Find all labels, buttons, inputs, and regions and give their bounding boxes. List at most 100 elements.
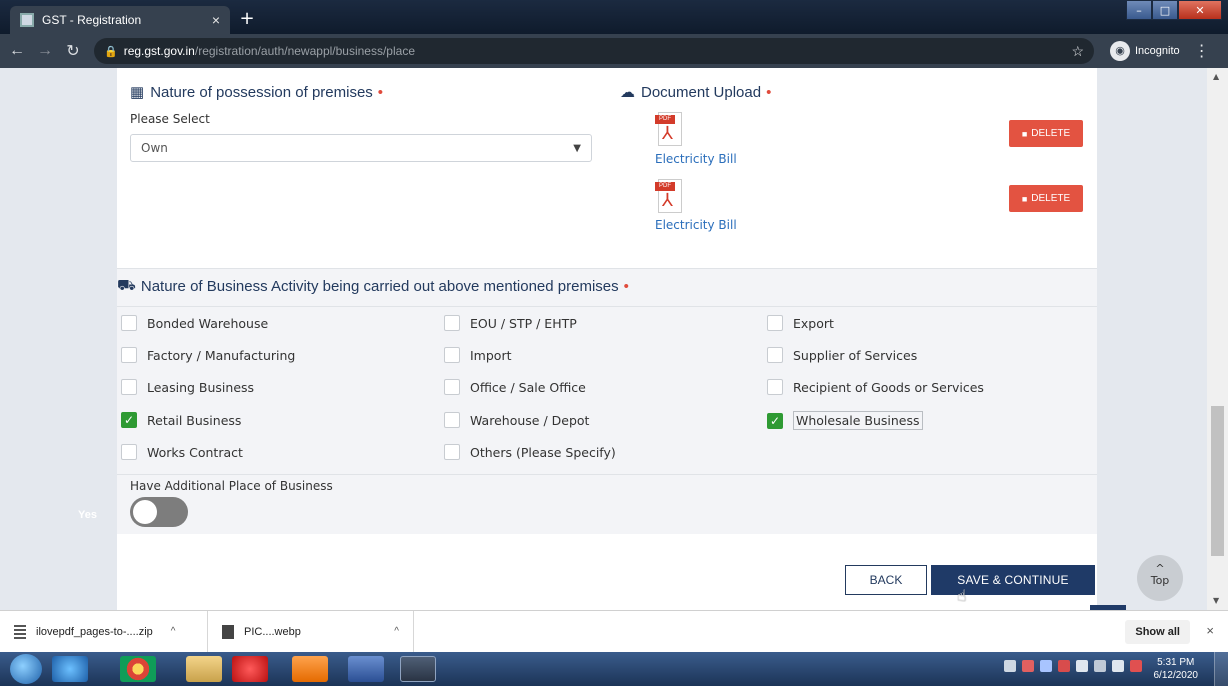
document-link[interactable]: Electricity Bill [655, 218, 737, 232]
checkbox-label: Factory / Manufacturing [147, 347, 296, 363]
trash-icon: ■ [1021, 193, 1028, 204]
checkbox-box-checked[interactable]: ✓ [767, 412, 783, 429]
scrollbar-thumb[interactable] [1211, 406, 1224, 556]
download-item[interactable]: PIC....webp ^ [208, 610, 414, 653]
taskbar-clock[interactable]: 5:31 PM 6/12/2020 [1154, 656, 1199, 682]
browser-tab[interactable]: GST - Registration × [10, 6, 230, 34]
checkbox-warehouse-depot[interactable]: Warehouse / Depot [444, 412, 589, 428]
checkbox-box-checked[interactable]: ✓ [121, 412, 137, 428]
flag-icon[interactable] [1130, 660, 1142, 672]
checkbox-box[interactable] [767, 315, 783, 331]
tray-icon[interactable] [1076, 660, 1088, 672]
checkbox-recipient-of-goods-or-services[interactable]: Recipient of Goods or Services [767, 379, 984, 395]
app-icon[interactable] [232, 656, 268, 682]
right-gutter [1097, 68, 1207, 610]
new-tab-button[interactable]: + [236, 9, 258, 31]
building-icon: ▦ [130, 84, 145, 101]
maximize-button[interactable]: □ [1152, 0, 1178, 20]
checkbox-export[interactable]: Export [767, 315, 834, 331]
window-close-button[interactable]: ✕ [1178, 0, 1222, 20]
close-download-bar-icon[interactable]: × [1206, 623, 1214, 638]
pdf-file-icon[interactable]: PDF ⅄ [655, 112, 683, 146]
vlc-icon[interactable] [292, 656, 328, 682]
signal-icon[interactable] [1094, 660, 1106, 672]
checkbox-label: Wholesale Business [793, 411, 923, 430]
bluetooth-icon[interactable] [1040, 660, 1052, 672]
checkbox-box[interactable] [121, 444, 137, 460]
show-all-downloads-button[interactable]: Show all [1125, 620, 1190, 644]
delete-button[interactable]: ■ DELETE [1009, 185, 1083, 212]
delete-label: DELETE [1031, 128, 1071, 139]
document-link[interactable]: Electricity Bill [655, 152, 737, 166]
bookmark-star-icon[interactable]: ☆ [1071, 43, 1084, 60]
checkbox-box[interactable] [121, 379, 137, 395]
checkbox-box[interactable] [121, 315, 137, 331]
checkbox-supplier-of-services[interactable]: Supplier of Services [767, 347, 917, 363]
checkbox-box[interactable] [444, 315, 460, 331]
checkbox-label: Export [793, 315, 834, 331]
tab-title: GST - Registration [42, 13, 142, 27]
checkbox-box[interactable] [767, 379, 783, 395]
browser-menu-icon[interactable]: ⋮ [1194, 41, 1210, 61]
checkbox-label: Others (Please Specify) [470, 444, 616, 460]
minimize-button[interactable]: – [1126, 0, 1152, 20]
additional-place-toggle[interactable] [130, 497, 188, 527]
scroll-up-arrow-icon[interactable]: ▲ [1213, 72, 1219, 81]
document-upload-heading: ☁ Document Upload • [620, 83, 771, 102]
checkbox-label: Leasing Business [147, 379, 255, 395]
reload-icon[interactable]: ↻ [62, 41, 84, 61]
download-item[interactable]: ilovepdf_pages-to-....zip ^ [0, 610, 208, 653]
checkbox-others-please-specify[interactable]: Others (Please Specify) [444, 444, 616, 460]
checkbox-box[interactable] [444, 347, 460, 363]
back-arrow-icon[interactable]: ← [6, 42, 28, 60]
download-bar: ilovepdf_pages-to-....zip ^ PIC....webp … [0, 610, 1228, 653]
address-bar[interactable]: 🔒 reg.gst.gov.in/registration/auth/newap… [94, 38, 1094, 64]
possession-select-label: Please Select [130, 112, 210, 126]
tab-close-icon[interactable]: × [212, 12, 220, 28]
checkbox-import[interactable]: Import [444, 347, 512, 363]
clock-date: 6/12/2020 [1153, 670, 1199, 681]
tray-icon[interactable] [1058, 660, 1070, 672]
checkbox-retail-business[interactable]: ✓ Retail Business [121, 412, 241, 428]
forward-arrow-icon[interactable]: → [34, 42, 56, 60]
checkbox-label: Office / Sale Office [470, 379, 586, 395]
checkbox-label: EOU / STP / EHTP [470, 315, 577, 331]
active-app-icon[interactable] [400, 656, 436, 682]
checkbox-box[interactable] [444, 444, 460, 460]
checkbox-eou-stp-ehtp[interactable]: EOU / STP / EHTP [444, 315, 577, 331]
checkbox-box[interactable] [767, 347, 783, 363]
checkbox-box[interactable] [444, 412, 460, 428]
registration-form-card: ▦ Nature of possession of premises • Ple… [117, 68, 1097, 610]
checkbox-works-contract[interactable]: Works Contract [121, 444, 243, 460]
volume-icon[interactable] [1112, 660, 1124, 672]
video-app-icon[interactable] [348, 656, 384, 682]
checkbox-leasing-business[interactable]: Leasing Business [121, 379, 254, 395]
page-scrollbar[interactable]: ▲ ▼ [1207, 68, 1228, 610]
checkbox-box[interactable] [444, 379, 460, 395]
tray-icon[interactable] [1022, 660, 1034, 672]
chevron-up-icon[interactable]: ^ [171, 626, 176, 637]
checkbox-office-sale-office[interactable]: Office / Sale Office [444, 379, 586, 395]
show-desktop-button[interactable] [1214, 652, 1228, 686]
checkbox-bonded-warehouse[interactable]: Bonded Warehouse [121, 315, 268, 331]
scroll-down-arrow-icon[interactable]: ▼ [1213, 596, 1219, 605]
internet-explorer-icon[interactable] [52, 656, 88, 682]
checkbox-wholesale-business[interactable]: ✓ Wholesale Business [767, 411, 923, 430]
back-button[interactable]: BACK [845, 565, 927, 595]
chrome-icon[interactable] [120, 656, 156, 682]
hand-cursor-icon: ☝ [957, 586, 967, 605]
pdf-file-icon[interactable]: PDF ⅄ [655, 179, 683, 213]
start-button[interactable] [10, 654, 42, 684]
scroll-to-top-button[interactable]: ^ Top [1137, 555, 1183, 601]
file-explorer-icon[interactable] [186, 656, 222, 682]
tray-icon[interactable] [1004, 660, 1016, 672]
browser-toolbar: ← → ↻ 🔒 reg.gst.gov.in/registration/auth… [0, 34, 1228, 68]
checkbox-box[interactable] [121, 347, 137, 363]
delete-button[interactable]: ■ DELETE [1009, 120, 1083, 147]
incognito-label: Incognito [1135, 45, 1180, 57]
browser-titlebar: GST - Registration × + – □ ✕ [0, 0, 1228, 34]
possession-select[interactable]: Own ▼ [130, 134, 592, 162]
save-continue-button[interactable]: SAVE & CONTINUE [931, 565, 1095, 595]
checkbox-factory-manufacturing[interactable]: Factory / Manufacturing [121, 347, 295, 363]
chevron-up-icon[interactable]: ^ [394, 626, 399, 637]
